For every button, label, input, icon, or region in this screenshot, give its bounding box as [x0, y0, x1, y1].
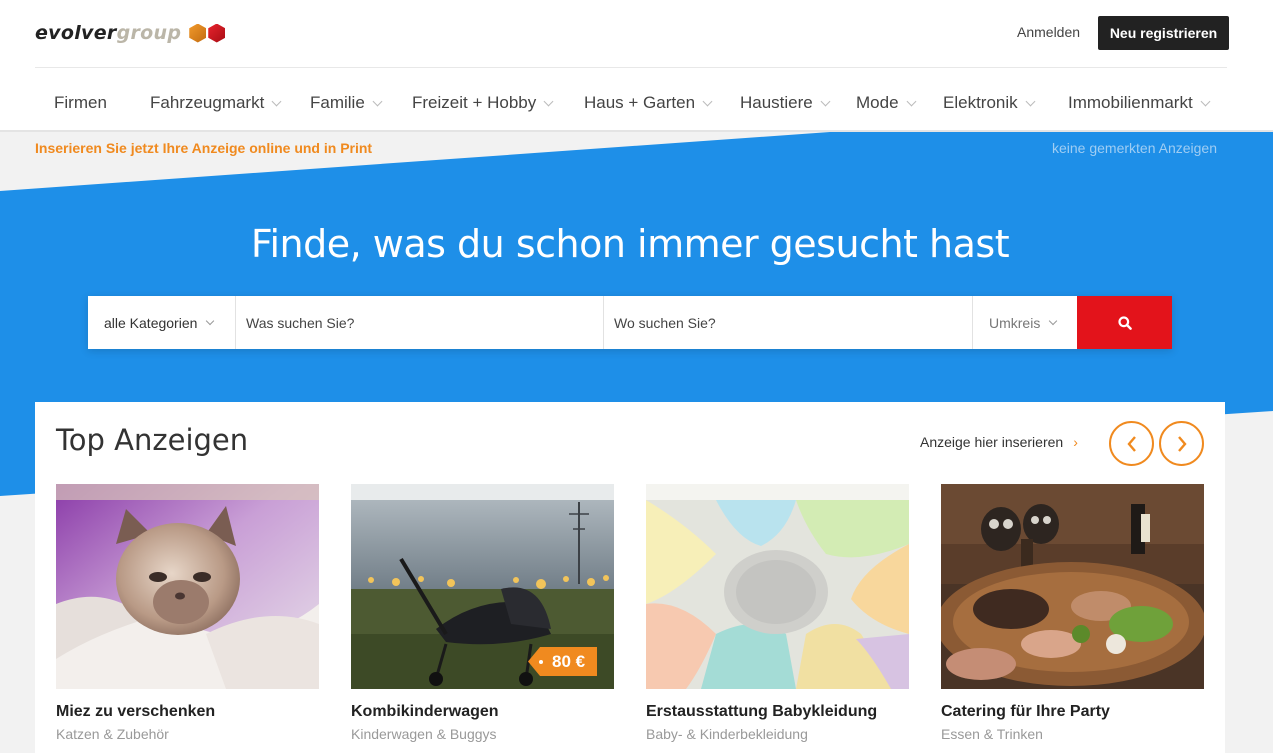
- price-badge: 80 €: [528, 647, 598, 676]
- search-bar: alle Kategorien Umkreis: [88, 296, 1172, 349]
- ad-category: Katzen & Zubehör: [56, 726, 169, 742]
- nav-item-familie[interactable]: Familie: [310, 93, 383, 113]
- nav-item-mode[interactable]: Mode: [856, 93, 916, 113]
- nav-item-freizeit-hobby[interactable]: Freizeit + Hobby: [412, 93, 554, 113]
- chevron-down-icon: [271, 96, 282, 106]
- carousel-prev-button[interactable]: [1109, 421, 1154, 466]
- search-icon: [1117, 315, 1132, 330]
- login-link[interactable]: Anmelden: [1017, 24, 1080, 40]
- chevron-down-icon: [906, 96, 916, 106]
- site-header: evolvergroup Anmelden Neu registrieren F…: [0, 0, 1273, 132]
- chevron-down-icon: [702, 96, 713, 106]
- chevron-right-icon: [1177, 435, 1187, 452]
- search-what-input[interactable]: [236, 296, 604, 349]
- ad-title: Kombikinderwagen: [351, 703, 499, 720]
- register-button[interactable]: Neu registrieren: [1098, 16, 1229, 50]
- ad-title: Erstausstattung Babykleidung: [646, 703, 878, 720]
- ad-title: Miez zu verschenken: [56, 703, 216, 720]
- hero-title: Finde, was du schon immer gesucht hast: [250, 222, 1010, 266]
- chevron-down-icon: [820, 96, 831, 106]
- nav-item-fahrzeugmarkt[interactable]: Fahrzeugmarkt: [150, 93, 282, 113]
- chevron-down-icon: [1200, 96, 1211, 106]
- logo-cubes-icon: [189, 23, 226, 43]
- ad-card[interactable]: 80 € Kombikinderwagen Kinderwagen & Bugg…: [351, 484, 614, 753]
- chevron-left-icon: [1126, 435, 1136, 452]
- radius-select[interactable]: Umkreis: [973, 296, 1077, 349]
- nav-item-haustiere[interactable]: Haustiere: [740, 93, 831, 113]
- chevron-down-icon: [206, 316, 215, 325]
- logo-wordmark: evolvergroup: [35, 22, 182, 44]
- ad-category: Essen & Trinken: [941, 726, 1043, 742]
- chevron-down-icon: [372, 96, 383, 106]
- chevron-right-icon: ›: [1073, 434, 1078, 450]
- nav-item-haus-garten[interactable]: Haus + Garten: [584, 93, 713, 113]
- catering-platter-photo: [941, 484, 1204, 689]
- ad-card[interactable]: Erstausstattung Babykleidung Baby- & Kin…: [646, 484, 909, 753]
- insert-ad-link[interactable]: Anzeige hier inserieren ›: [920, 434, 1078, 450]
- top-ads-panel: Top Anzeigen Anzeige hier inserieren › M…: [35, 402, 1225, 753]
- ad-category: Kinderwagen & Buggys: [351, 726, 497, 742]
- ad-category: Baby- & Kinderbekleidung: [646, 726, 808, 742]
- search-button[interactable]: [1077, 296, 1172, 349]
- site-logo[interactable]: evolvergroup: [35, 20, 226, 46]
- chevron-down-icon: [1025, 96, 1036, 106]
- search-where-input[interactable]: [604, 296, 973, 349]
- kitten-photo: [56, 484, 319, 689]
- ad-card[interactable]: Miez zu verschenken Katzen & Zubehör: [56, 484, 319, 753]
- ad-title: Catering für Ihre Party: [941, 703, 1110, 720]
- main-nav: Firmen Fahrzeugmarkt Familie Freizeit + …: [0, 68, 1273, 132]
- baby-clothes-photo: [646, 484, 909, 689]
- nav-item-firmen[interactable]: Firmen: [54, 93, 107, 113]
- category-select[interactable]: alle Kategorien: [88, 296, 236, 349]
- chevron-down-icon: [1049, 316, 1058, 325]
- promo-link[interactable]: Inserieren Sie jetzt Ihre Anzeige online…: [35, 140, 372, 156]
- nav-item-immobilienmarkt[interactable]: Immobilienmarkt: [1068, 93, 1211, 113]
- chevron-down-icon: [543, 96, 554, 106]
- ad-card[interactable]: Catering für Ihre Party Essen & Trinken: [941, 484, 1204, 753]
- carousel-next-button[interactable]: [1159, 421, 1204, 466]
- saved-ads-link[interactable]: keine gemerkten Anzeigen: [1052, 140, 1217, 156]
- top-ads-title: Top Anzeigen: [56, 423, 249, 457]
- nav-item-elektronik[interactable]: Elektronik: [943, 93, 1036, 113]
